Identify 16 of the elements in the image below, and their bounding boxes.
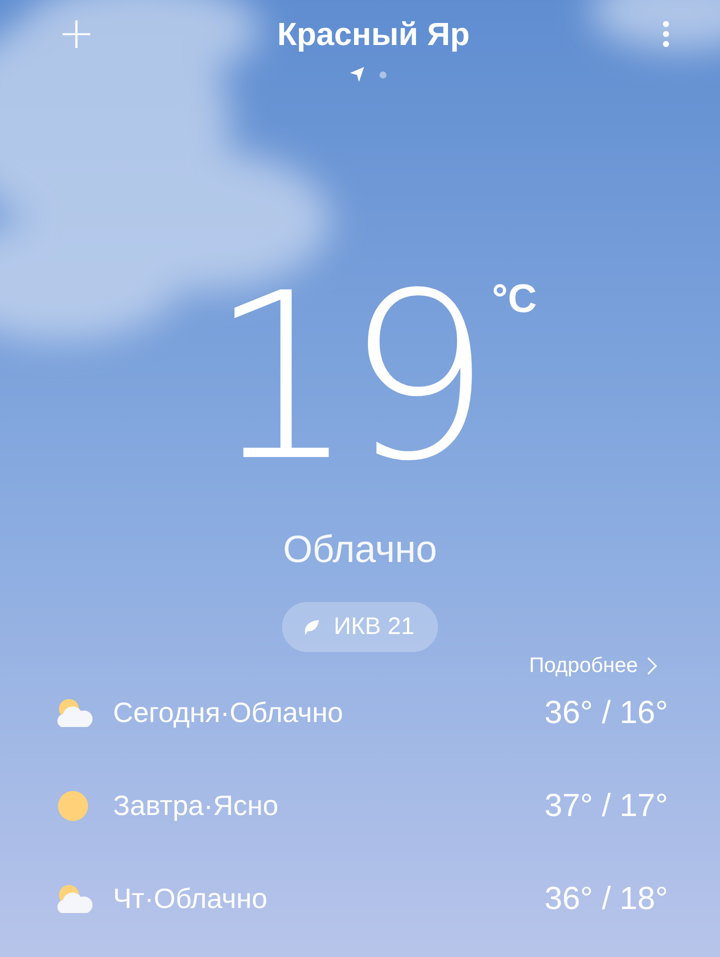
- forecast-day: Завтра·Ясно: [113, 790, 545, 822]
- temperature: 19: [209, 279, 482, 479]
- temperature-unit: °C: [492, 279, 537, 323]
- forecast-temps: 36° / 18°: [544, 880, 668, 917]
- leaf-icon: [304, 618, 320, 636]
- more-icon: [662, 20, 670, 48]
- air-quality-button[interactable]: ИКВ 21: [282, 602, 438, 652]
- city-name: Красный Яр: [277, 16, 470, 52]
- weather-condition: Облачно: [282, 529, 438, 572]
- chevron-right-icon: [646, 656, 658, 676]
- forecast-temps: 36° / 16°: [544, 694, 668, 731]
- add-button[interactable]: +: [58, 12, 95, 56]
- forecast-day: Чт·Облачно: [113, 882, 545, 914]
- details-link[interactable]: Подробнее: [529, 654, 658, 678]
- forecast-day: Сегодня·Облачно: [113, 696, 545, 728]
- forecast-temps: 37° / 17°: [544, 787, 668, 824]
